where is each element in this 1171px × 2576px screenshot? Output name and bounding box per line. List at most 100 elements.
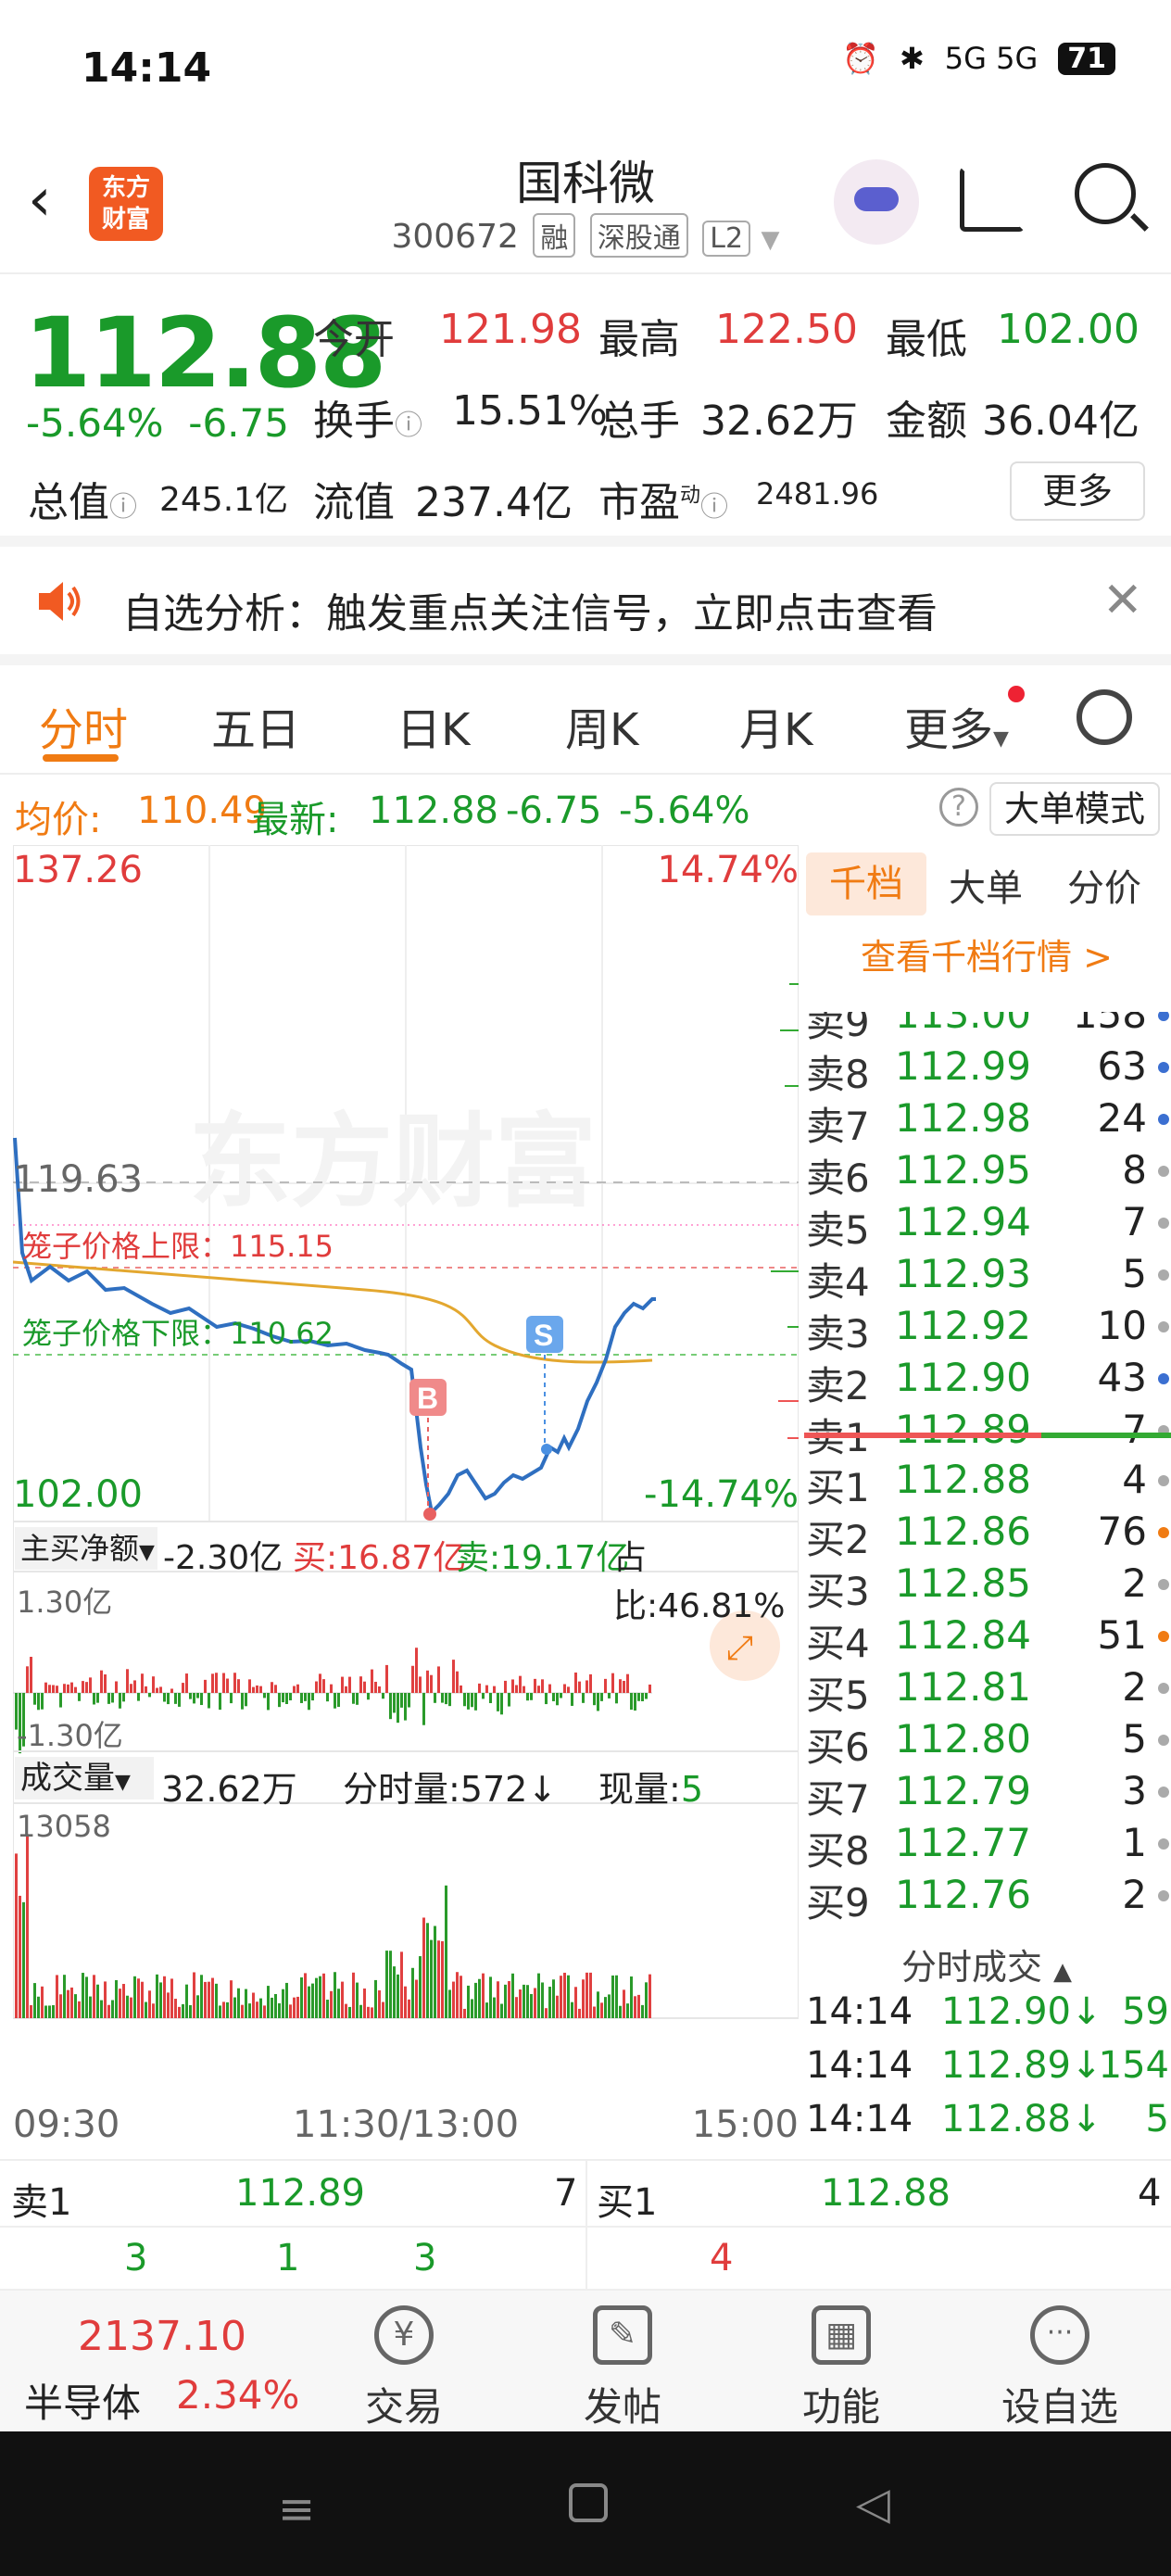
view-thousand-link[interactable]: 查看千档行情 > bbox=[802, 928, 1171, 979]
volume-bar bbox=[504, 1984, 507, 2018]
sell-marker[interactable]: S bbox=[534, 1319, 553, 1352]
level-label: 卖9 bbox=[806, 1000, 870, 1045]
flow-bar bbox=[237, 1679, 240, 1693]
sell-level-row[interactable]: 卖5 112.94 7 bbox=[802, 1199, 1171, 1253]
buy-level-row[interactable]: 买2 112.86 76 bbox=[802, 1509, 1171, 1562]
turnover-label: 换手ⓘ bbox=[313, 398, 422, 445]
flow-bar bbox=[508, 1693, 510, 1707]
level-volume: 8 bbox=[1122, 1147, 1147, 1193]
volume-selector[interactable]: 成交量▼ bbox=[15, 1757, 154, 1799]
buy-queue-item: 4 bbox=[710, 2237, 734, 2279]
tab-monthly-k[interactable]: 月K bbox=[739, 693, 812, 758]
flow-bar bbox=[67, 1684, 69, 1693]
intraday-chart[interactable]: 东方财富 B S ⤢ 137.26 14.74% 119.63 笼子价格上限：1… bbox=[13, 845, 799, 2161]
status-icons: ⏰ ✱ 5G 5G 71 bbox=[842, 41, 1115, 76]
level-label: 卖6 bbox=[806, 1155, 870, 1201]
tab-big-order[interactable]: 大单 bbox=[949, 858, 1023, 912]
tab-daily-k[interactable]: 日K bbox=[397, 693, 470, 758]
sell-level-row[interactable]: 卖7 112.98 24 bbox=[802, 1095, 1171, 1149]
level-dot-icon bbox=[1158, 1579, 1169, 1590]
gear-icon[interactable] bbox=[1077, 689, 1132, 745]
sell-level-row[interactable]: 卖8 112.99 63 bbox=[802, 1043, 1171, 1097]
close-icon[interactable]: ✕ bbox=[1102, 573, 1143, 628]
flow-bar bbox=[478, 1683, 481, 1693]
flow-sell: 卖:19.17亿 bbox=[456, 1539, 630, 1577]
sell-level-row[interactable]: 卖2 112.90 43 bbox=[802, 1355, 1171, 1408]
nav-post[interactable]: ✎ 发帖 bbox=[513, 2291, 732, 2431]
tab-weekly-k[interactable]: 周K bbox=[565, 693, 638, 758]
volume-bar bbox=[230, 1980, 233, 2018]
l1-buy-vol: 4 bbox=[1138, 2172, 1162, 2215]
sell-level-row[interactable]: 卖6 112.95 8 bbox=[802, 1147, 1171, 1201]
flow-bar bbox=[452, 1660, 455, 1693]
tab-intraday[interactable]: 分时 bbox=[39, 693, 128, 758]
flow-bar bbox=[256, 1685, 258, 1693]
level-volume: 5 bbox=[1122, 1251, 1147, 1296]
volume-bar bbox=[641, 2004, 644, 2018]
flow-bar bbox=[300, 1693, 303, 1703]
flow-selector[interactable]: 主买净额▼ bbox=[15, 1527, 157, 1570]
buy-level-row[interactable]: 买8 112.77 1 bbox=[802, 1820, 1171, 1874]
back-nav-icon[interactable]: ◁ bbox=[856, 2478, 890, 2530]
level-dot-icon bbox=[1158, 1269, 1169, 1281]
buy-marker[interactable]: B bbox=[417, 1382, 438, 1415]
level-volume: 7 bbox=[1122, 1199, 1147, 1244]
notice-banner[interactable]: 自选分析：触发重点关注信号，立即点击查看 ✕ bbox=[0, 547, 1171, 665]
big-order-mode-button[interactable]: 大单模式 bbox=[989, 782, 1160, 836]
volume-bar bbox=[523, 1984, 525, 2018]
flow-bar bbox=[156, 1687, 158, 1693]
buy-level-row[interactable]: 买6 112.80 5 bbox=[802, 1716, 1171, 1770]
level-label: 买1 bbox=[806, 1465, 870, 1510]
share-icon[interactable] bbox=[960, 167, 1025, 232]
menu-icon[interactable]: ≡ bbox=[278, 2483, 315, 2535]
volume-bar bbox=[345, 2003, 347, 2018]
volume-bar bbox=[22, 1901, 25, 2018]
ai-assistant-icon[interactable] bbox=[834, 159, 919, 245]
level-dot-icon bbox=[1158, 1890, 1169, 1901]
ticks-title[interactable]: 分时成交 ▲ bbox=[802, 1938, 1171, 1989]
flow-bar bbox=[52, 1685, 55, 1693]
level-volume: 158 bbox=[1072, 991, 1147, 1037]
nav-function[interactable]: ▦ 功能 bbox=[732, 2291, 951, 2431]
level1-bar: 卖1 112.89 7 买1 112.88 4 3 1 3 4 bbox=[0, 2159, 1171, 2292]
sell-level-row[interactable]: 卖9 113.00 158 bbox=[802, 991, 1171, 1043]
flow-bar bbox=[378, 1686, 381, 1693]
buy-level-row[interactable]: 买1 112.88 4 bbox=[802, 1457, 1171, 1510]
volume-bar bbox=[586, 1972, 588, 2018]
index-ticker[interactable]: 2137.10 半导体 2.34% bbox=[0, 2291, 306, 2431]
sell-level-row[interactable]: 卖3 112.92 10 bbox=[802, 1303, 1171, 1357]
book-tabs: 千档 大单 分价 bbox=[802, 845, 1171, 921]
buy-level-row[interactable]: 买9 112.76 2 bbox=[802, 1872, 1171, 1926]
help-icon[interactable]: ? bbox=[939, 788, 978, 827]
chart-tabs: 分时 五日 日K 周K 月K 更多▼ bbox=[0, 665, 1171, 775]
volume-bar bbox=[200, 1975, 203, 2018]
nav-trade[interactable]: ¥ 交易 bbox=[295, 2291, 513, 2431]
volume-bar bbox=[434, 1926, 436, 2018]
buy-level-row[interactable]: 买4 112.84 51 bbox=[802, 1612, 1171, 1666]
buy-level-row[interactable]: 买5 112.81 2 bbox=[802, 1664, 1171, 1718]
flow-bar bbox=[641, 1693, 644, 1701]
volume-bar bbox=[352, 1972, 355, 2018]
buy-level-row[interactable]: 买3 112.85 2 bbox=[802, 1560, 1171, 1614]
flow-bar bbox=[26, 1666, 29, 1693]
volume-bar bbox=[385, 1951, 388, 2018]
open-row: 今开 bbox=[313, 316, 395, 363]
search-icon[interactable] bbox=[1075, 163, 1136, 224]
volume-bar bbox=[219, 2005, 221, 2018]
l1-sell-label: 卖1 bbox=[11, 2181, 72, 2224]
turnover-value: 15.51% bbox=[452, 387, 608, 435]
flow-bar bbox=[93, 1693, 95, 1705]
bottom-nav: 2137.10 半导体 2.34% ¥ 交易 ✎ 发帖 ▦ 功能 ··· 设自选 bbox=[0, 2291, 1171, 2431]
buy-level-row[interactable]: 买7 112.79 3 bbox=[802, 1768, 1171, 1822]
tab-price-dist[interactable]: 分价 bbox=[1067, 858, 1141, 912]
tab-five-day[interactable]: 五日 bbox=[211, 693, 300, 758]
price-change: -5.64% -6.75 bbox=[26, 400, 289, 446]
nav-add-watchlist[interactable]: ··· 设自选 bbox=[951, 2291, 1169, 2431]
sell-level-row[interactable]: 卖4 112.93 5 bbox=[802, 1251, 1171, 1305]
volume-bar bbox=[167, 1992, 170, 2018]
more-button[interactable]: 更多 bbox=[1010, 461, 1145, 521]
tab-more[interactable]: 更多▼ bbox=[904, 693, 1009, 758]
chart-top-price: 137.26 bbox=[13, 849, 143, 891]
home-icon[interactable] bbox=[569, 2483, 608, 2522]
tab-thousand-level[interactable]: 千档 bbox=[806, 852, 926, 915]
